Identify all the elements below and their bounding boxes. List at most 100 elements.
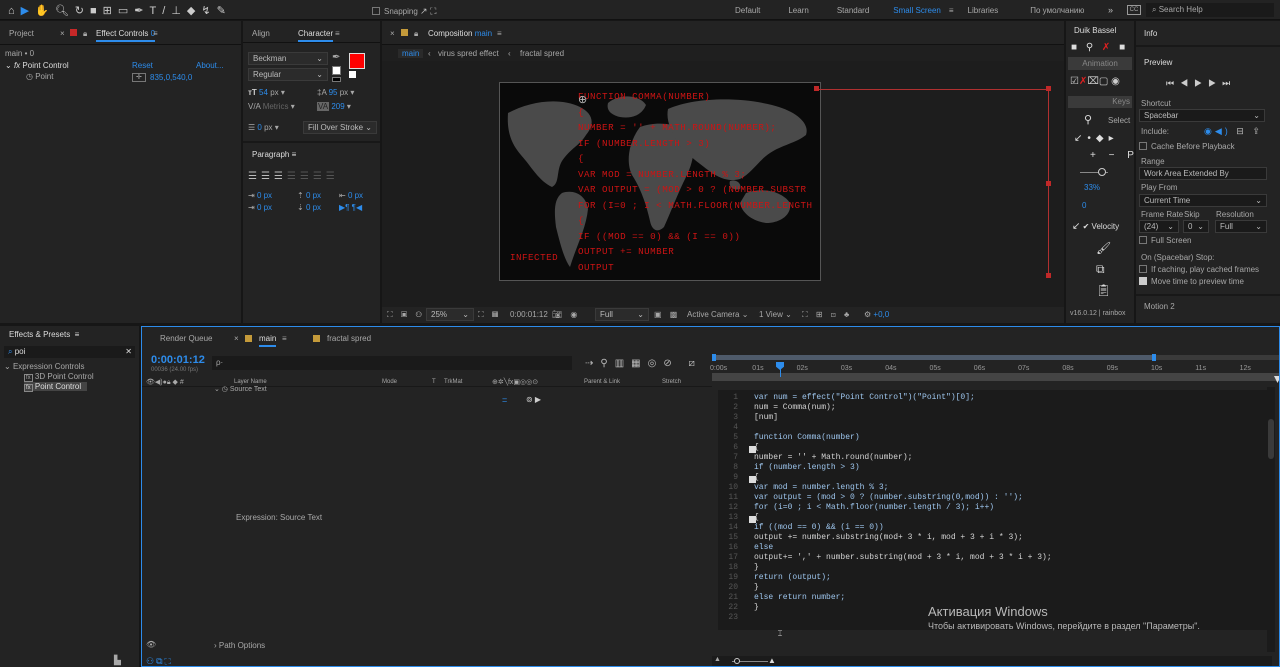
tab-align[interactable]: Align bbox=[252, 29, 270, 38]
shortcut-select[interactable]: Spacebar ⌄ bbox=[1139, 109, 1265, 122]
crumb-main[interactable]: main bbox=[398, 49, 424, 58]
code-line[interactable]: 21 else return number; bbox=[718, 593, 1052, 603]
scrollbar-thumb[interactable] bbox=[1268, 419, 1274, 459]
region-icons[interactable]: ▣ ▩ bbox=[654, 310, 680, 319]
crumb-virus[interactable]: virus spred effect bbox=[438, 49, 499, 58]
duik-tool-icons[interactable]: ■ ⚲ ✗ ■ bbox=[1071, 42, 1128, 53]
viewer-toggle-icons[interactable]: ⛶ ▣ ⚇ bbox=[387, 310, 425, 320]
paste-icon[interactable]: 📋︎ bbox=[1096, 283, 1111, 297]
tab-character[interactable]: Character bbox=[298, 29, 334, 42]
close-icon[interactable]: × bbox=[234, 334, 239, 343]
exposure-field[interactable]: ⚙ +0,0 bbox=[864, 310, 889, 319]
close-icon[interactable]: × bbox=[60, 29, 65, 38]
duik-animation-tab[interactable]: Animation bbox=[1068, 57, 1132, 70]
rotate-tool-icon[interactable]: ↻ bbox=[75, 5, 90, 17]
point-crosshair-icon[interactable]: ✛ bbox=[132, 72, 146, 82]
duik-value[interactable]: 0 bbox=[1082, 201, 1086, 210]
work-area-end-handle[interactable] bbox=[1152, 354, 1156, 361]
playback-controls[interactable]: ⏮◀▶▶⏭ bbox=[1166, 78, 1236, 89]
tab-effect-controls[interactable]: Effect Controls 0 bbox=[96, 29, 156, 42]
tab-paragraph[interactable]: Paragraph ≡ bbox=[252, 150, 296, 159]
zoom-tool-icon[interactable]: 🔍︎ bbox=[55, 5, 75, 17]
indent-left-field[interactable]: ⇥ 0 px bbox=[248, 191, 272, 200]
tab-composition[interactable]: Composition main bbox=[428, 29, 492, 38]
bbox-handle[interactable] bbox=[814, 86, 819, 91]
type-tool-icon[interactable]: T bbox=[150, 5, 163, 17]
workspace-learn[interactable]: Learn bbox=[788, 6, 808, 15]
pen-tool-icon[interactable]: ✒ bbox=[134, 5, 149, 17]
about-link[interactable]: About... bbox=[196, 61, 224, 70]
code-line[interactable]: 16 else bbox=[718, 543, 1052, 553]
expression-graph-icon[interactable]: ⊚ ▶ bbox=[526, 395, 541, 404]
bbox-handle[interactable] bbox=[1046, 181, 1051, 186]
eraser-tool-icon[interactable]: ◆ bbox=[187, 5, 201, 17]
resolution-select[interactable]: Full ⌄ bbox=[595, 308, 649, 321]
snapshot-icon[interactable]: 📷︎ ◉ bbox=[552, 310, 580, 319]
bbox-handle[interactable] bbox=[1046, 273, 1051, 278]
timeline-search-input[interactable]: ρ· bbox=[212, 356, 572, 370]
swap-colors-icon[interactable] bbox=[349, 71, 356, 78]
crumb-fractal[interactable]: fractal spred bbox=[520, 49, 564, 58]
duik-plus-minus-icons[interactable]: + − P bbox=[1090, 150, 1134, 161]
stamp-tool-icon[interactable]: ⊥ bbox=[171, 5, 187, 17]
fill-color-swatch[interactable] bbox=[349, 53, 365, 69]
panel-menu-icon[interactable]: ≡ bbox=[153, 29, 158, 38]
viewer-timecode[interactable]: 0:00:01:12 bbox=[510, 310, 548, 319]
expression-enable-icon[interactable]: = bbox=[502, 395, 507, 405]
close-icon[interactable]: × bbox=[390, 29, 395, 38]
work-area-start-handle[interactable] bbox=[712, 354, 716, 361]
effects-search-input[interactable]: ⌕ poi ✕ bbox=[4, 346, 135, 358]
workspace-default[interactable]: Default bbox=[735, 6, 760, 15]
code-line[interactable]: 14 if ((mod == 0) && (i == 0)) bbox=[718, 523, 1052, 533]
clear-icon[interactable]: ✕ bbox=[125, 346, 132, 358]
eyedropper-icon[interactable]: ✒ bbox=[332, 52, 340, 63]
cc-icon[interactable]: CC bbox=[1127, 5, 1141, 15]
menu-icon[interactable]: ≡ bbox=[949, 6, 954, 15]
effect-3d-point-control[interactable]: fx 3D Point Control bbox=[24, 372, 94, 382]
category-expression-controls[interactable]: ⌄ Expression Controls bbox=[4, 362, 85, 371]
skip-select[interactable]: 0 ⌄ bbox=[1183, 220, 1209, 233]
col-parent[interactable]: Parent & Link bbox=[584, 379, 620, 385]
bbox-handle[interactable] bbox=[1046, 86, 1051, 91]
tracking-field[interactable]: VA 209 ▾ bbox=[317, 102, 351, 111]
stroke-width-field[interactable]: ☰ 0 px ▾ bbox=[248, 123, 279, 132]
tab-fractal-spred[interactable]: fractal spred bbox=[327, 334, 371, 343]
code-line[interactable]: 5 function Comma(number) bbox=[718, 433, 1052, 443]
code-line[interactable]: 9{ bbox=[718, 473, 1052, 483]
pan-behind-icon[interactable]: ⊞ bbox=[103, 5, 118, 17]
rectangle-tool-icon[interactable]: ▭ bbox=[118, 5, 134, 17]
effect-row[interactable]: ⌄ fx Point Control bbox=[5, 61, 69, 70]
tab-duik[interactable]: Duik Bassel bbox=[1074, 26, 1116, 35]
font-style-select[interactable]: Regular ⌄ bbox=[248, 68, 328, 81]
workspace-small-screen[interactable]: Small Screen bbox=[893, 6, 941, 15]
slider-handle[interactable] bbox=[1098, 168, 1106, 176]
selection-tool-icon[interactable]: ▶ bbox=[21, 5, 35, 17]
paragraph-align-buttons[interactable]: ☰☰☰☰☰☰☰ bbox=[248, 171, 339, 182]
kerning-field[interactable]: V/A Metrics ▾ bbox=[248, 102, 295, 111]
code-line[interactable]: 6{ bbox=[718, 443, 1052, 453]
code-line[interactable]: 12 for (i=0 ; i < Math.floor(number.lengt… bbox=[718, 503, 1052, 513]
tab-render-queue[interactable]: Render Queue bbox=[160, 334, 212, 343]
puppet-pin-icon[interactable]: ✎ bbox=[217, 5, 232, 17]
duik-ease-icons[interactable]: ↙•◆▸ bbox=[1074, 133, 1119, 144]
include-toggles[interactable]: ◉◀) ⊟ ⇪ bbox=[1204, 126, 1263, 137]
visibility-icon[interactable]: 👁︎ bbox=[146, 640, 156, 649]
anchor-point-icon[interactable]: ⊕ bbox=[578, 93, 587, 106]
timeline-switch-icons[interactable]: ⇢⚲▥▦◎⊘ ⧄ bbox=[585, 358, 702, 369]
code-line[interactable]: 10 var mod = number.length % 3; bbox=[718, 483, 1052, 493]
panel-menu-icon[interactable]: ≡ bbox=[335, 29, 340, 38]
zoom-in-icon[interactable]: ▲ bbox=[768, 656, 776, 665]
code-line[interactable]: 18} bbox=[718, 563, 1052, 573]
direction-icon[interactable]: ▶¶ ¶◀ bbox=[339, 203, 362, 212]
full-screen-checkbox[interactable]: Full Screen bbox=[1139, 236, 1191, 245]
code-line[interactable]: 3 [num] bbox=[718, 413, 1052, 423]
home-icon[interactable]: ⌂ bbox=[8, 5, 21, 17]
lock-icon[interactable]: 🔒︎ bbox=[414, 29, 418, 39]
zoom-slider-handle[interactable] bbox=[734, 658, 740, 664]
timeline-bottom-icons[interactable]: ⚇⧉⛶ bbox=[146, 656, 173, 666]
duik-zoom[interactable]: 33% bbox=[1084, 183, 1100, 192]
point-value[interactable]: 835,0,540,0 bbox=[150, 73, 192, 82]
cache-checkbox[interactable]: Cache Before Playback bbox=[1139, 142, 1235, 151]
code-line[interactable]: 1 var num = effect("Point Control")("Poin… bbox=[718, 393, 1052, 403]
code-line[interactable]: 11 var output = (mod > 0 ? (number.substr… bbox=[718, 493, 1052, 503]
